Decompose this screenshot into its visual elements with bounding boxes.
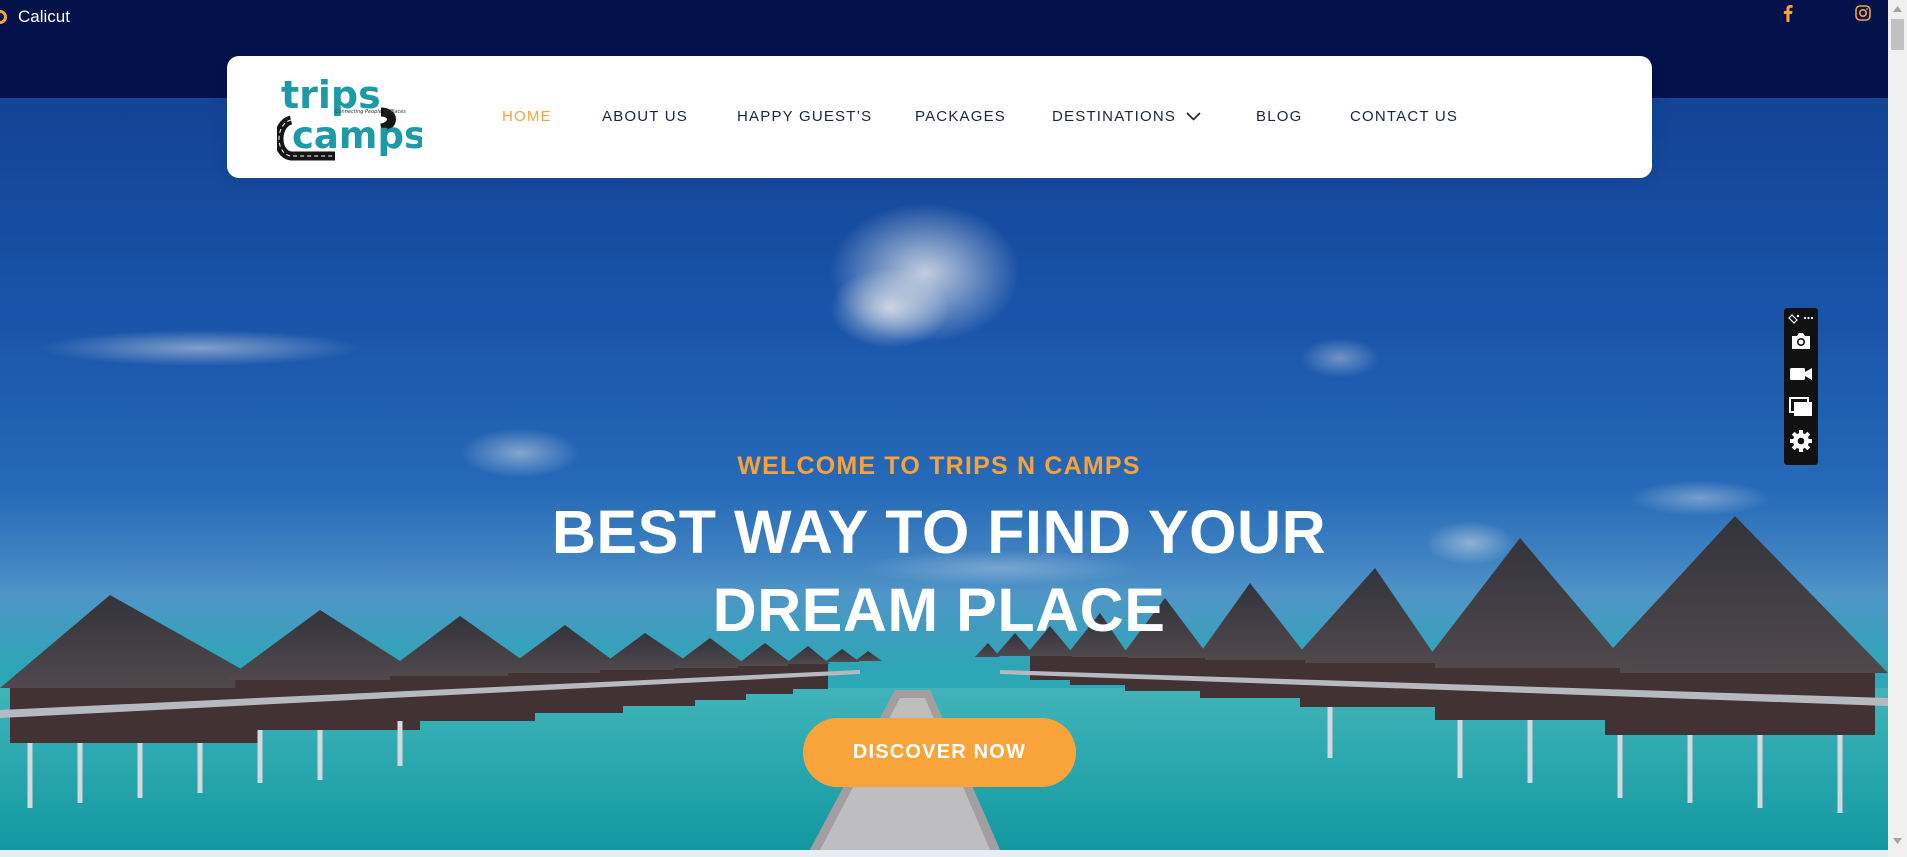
nav-contact-us[interactable]: CONTACT US [1350,106,1458,126]
gear-icon[interactable] [1788,428,1814,454]
instagram-icon[interactable] [1852,2,1874,24]
video-camera-icon[interactable] [1788,361,1814,387]
facebook-icon[interactable] [1777,2,1799,24]
scroll-thumb[interactable] [1891,19,1904,50]
nav-destinations[interactable]: DESTINATIONS [1052,106,1201,126]
nav-happy-guests[interactable]: HAPPY GUEST’S [737,106,872,126]
hero-welcome: WELCOME TO TRIPS N CAMPS [737,452,1141,480]
page-scrollbar[interactable] [1888,0,1907,857]
site-logo[interactable]: trips camps Connecting People to Places [274,72,426,162]
nav-home[interactable]: HOME [502,106,552,126]
discover-now-button[interactable]: DISCOVER NOW [803,718,1076,787]
location-text: Calicut [18,7,70,26]
windows-icon[interactable] [1788,394,1814,420]
hero-headline-line1: BEST WAY TO FIND YOUR [551,498,1327,566]
chevron-down-icon [1186,111,1201,121]
svg-text:camps: camps [292,114,422,157]
scroll-up-arrow-icon[interactable] [1888,0,1907,17]
floating-toolbar [1784,308,1818,465]
navbar: trips camps Connecting People to Places … [227,56,1652,178]
map-pin-icon [0,10,7,24]
hero-headline-line2: DREAM PLACE [712,576,1166,644]
nav-packages[interactable]: PACKAGES [915,106,1006,126]
camera-icon[interactable] [1788,328,1814,354]
svg-text:Connecting People to Places: Connecting People to Places [335,109,406,115]
next-section-edge [0,850,1888,857]
paint-bucket-icon [1788,314,1800,324]
nav-destinations-label: DESTINATIONS [1052,107,1177,125]
location: Calicut [0,7,70,27]
nav-about-us[interactable]: ABOUT US [602,106,688,126]
hero-headline: BEST WAY TO FIND YOUR DREAM PLACE [0,493,1878,649]
toolbar-header [1788,311,1814,324]
nav-blog[interactable]: BLOG [1256,106,1302,126]
more-icon [1803,316,1814,320]
scroll-down-arrow-icon[interactable] [1888,832,1907,849]
